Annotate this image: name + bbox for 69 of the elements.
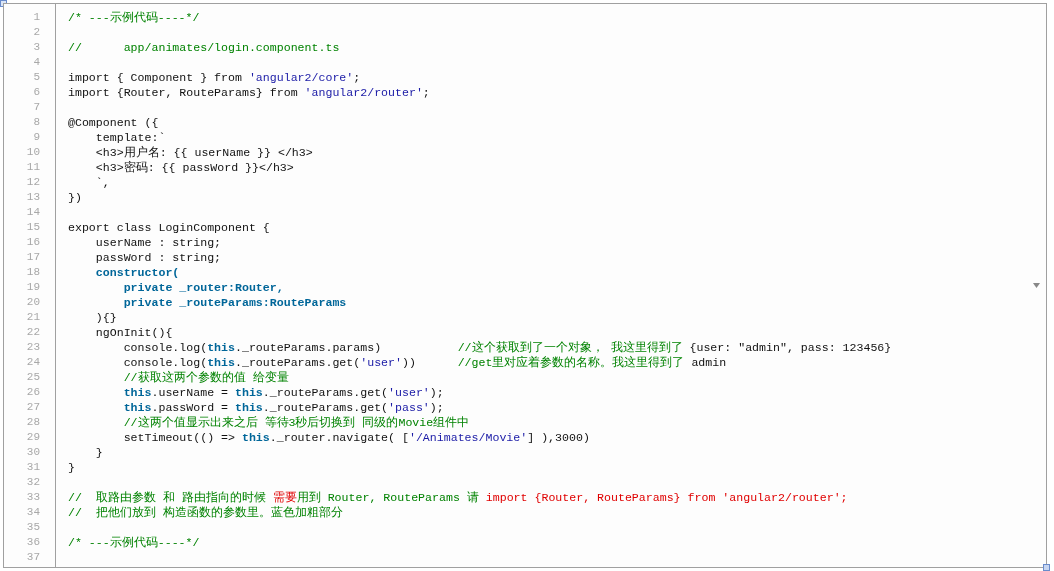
line-number: 22: [25, 325, 41, 340]
line-number: 2: [32, 25, 41, 40]
dropdown-arrow-icon[interactable]: [1033, 283, 1040, 288]
line-number: 1: [32, 10, 41, 25]
resize-handle-icon[interactable]: [1043, 564, 1050, 571]
code-line: template:`: [94, 130, 166, 145]
code-line: }: [94, 445, 103, 460]
code-line: // app/animates/login.component.ts: [68, 40, 340, 55]
code-line: // 取路由参数 和 路由指向的时候 需要用到 Router, RouteParams 请 import {Router, RouteParams} from 'angular2/router';: [68, 490, 848, 505]
line-number: 8: [32, 115, 41, 130]
line-number: 31: [25, 460, 41, 475]
line-number: 26: [25, 385, 41, 400]
code-line: export class LoginComponent {: [68, 220, 270, 235]
line-number: 18: [25, 265, 41, 280]
line-number: 11: [25, 160, 41, 175]
code-line: }): [68, 190, 82, 205]
line-number: 12: [25, 175, 41, 190]
code-line: /* ---示例代码----*/: [68, 535, 200, 550]
code-line: import {Router, RouteParams} from 'angular2/router';: [68, 85, 430, 100]
line-number: 3: [32, 40, 41, 55]
code-line: private _router:Router,: [122, 280, 284, 295]
line-number: 10: [25, 145, 41, 160]
line-number: 14: [25, 205, 41, 220]
code-line: constructor(: [94, 265, 180, 280]
code-line: passWord : string;: [94, 250, 222, 265]
line-number: 15: [25, 220, 41, 235]
line-number: 37: [25, 550, 41, 565]
code-line: //获取这两个参数的值 给变量: [122, 370, 289, 385]
line-number: 17: [25, 250, 41, 265]
code-line: }: [68, 460, 75, 475]
code-line: <h3>密码: {{ passWord }}</h3>: [94, 160, 294, 175]
line-number: 33: [25, 490, 41, 505]
line-number: 13: [25, 190, 41, 205]
code-line: `,: [94, 175, 110, 190]
line-number: 19: [25, 280, 41, 295]
code-line: setTimeout(() => this._router.navigate( ['/Animates/Movie'] ),3000): [122, 430, 590, 445]
code-line: this.passWord = this._routeParams.get('pass');: [122, 400, 444, 415]
code-line: import { Component } from 'angular2/core';: [68, 70, 361, 85]
line-number: 16: [25, 235, 41, 250]
line-number: 35: [25, 520, 41, 535]
code-line: /* ---示例代码----*/: [68, 10, 200, 25]
line-number: 34: [25, 505, 41, 520]
line-number: 5: [32, 70, 41, 85]
code-line: <h3>用户名: {{ userName }} </h3>: [94, 145, 313, 160]
line-number: 20: [25, 295, 41, 310]
code-line: this.userName = this._routeParams.get('user');: [122, 385, 444, 400]
code-line: private _routeParams:RouteParams: [122, 295, 347, 310]
code-line: //这两个值显示出来之后 等待3秒后切换到 同级的Movie组件中: [122, 415, 470, 430]
code-line: // 把他们放到 构造函数的参数里。蓝色加粗部分: [68, 505, 343, 520]
line-number: 28: [25, 415, 41, 430]
line-number: 29: [25, 430, 41, 445]
line-number: 30: [25, 445, 41, 460]
line-number: 27: [25, 400, 41, 415]
line-number: 21: [25, 310, 41, 325]
code-line: ){}: [94, 310, 117, 325]
line-number: 32: [25, 475, 41, 490]
code-line: @Component ({: [68, 115, 159, 130]
code-line: console.log(this._routeParams.params) //这个获取到了一个对象， 我这里得到了 {user: "admin", pass: 123456}: [122, 340, 892, 355]
line-number: 25: [25, 370, 41, 385]
line-number: 9: [32, 130, 41, 145]
line-number: 36: [25, 535, 41, 550]
line-number: 4: [32, 55, 41, 70]
code-line: ngOnInit(){: [94, 325, 173, 340]
line-number: 6: [32, 85, 41, 100]
line-number: 24: [25, 355, 41, 370]
line-number: 7: [32, 100, 41, 115]
code-line: console.log(this._routeParams.get('user')) //get里对应着参数的名称。我这里得到了 admin: [122, 355, 727, 370]
code-line: userName : string;: [94, 235, 222, 250]
line-number: 23: [25, 340, 41, 355]
